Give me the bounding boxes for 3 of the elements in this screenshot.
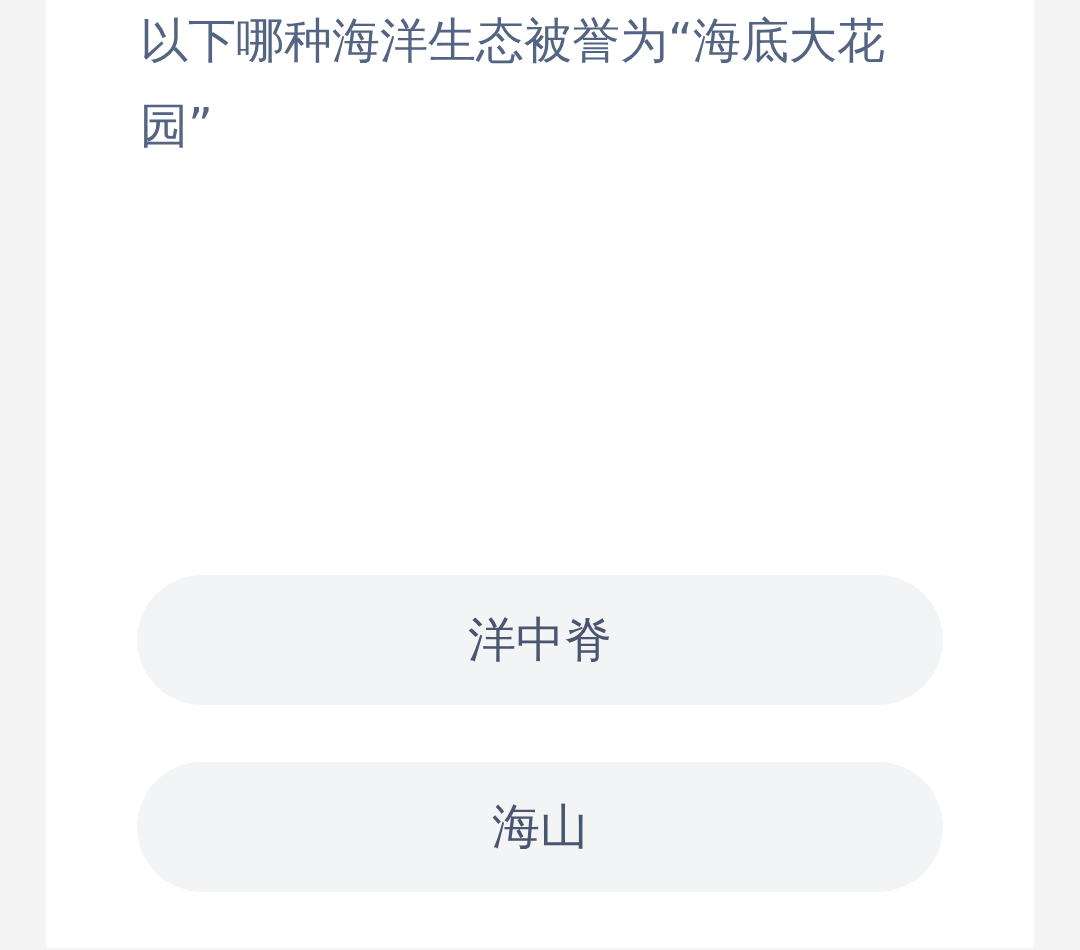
answer-option[interactable]: 洋中脊 [137, 575, 943, 705]
question-text: 以下哪种海洋生态被誉为“海底大花园” [140, 11, 886, 155]
answer-option[interactable]: 海山 [137, 762, 943, 892]
